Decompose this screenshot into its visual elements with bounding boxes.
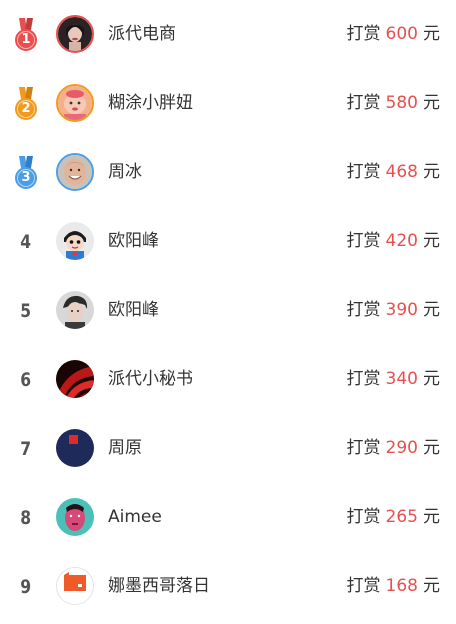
pink-portrait-icon (56, 498, 94, 536)
reward-amount: 290 (385, 438, 418, 458)
silver-medal-icon: 2 (14, 86, 38, 121)
list-item[interactable]: 7 周原 打赏 290 元 (0, 414, 456, 483)
reward-text: 打赏 340 元 (347, 345, 440, 414)
reward-label: 打赏 (346, 93, 381, 113)
reward-amount: 265 (385, 507, 418, 527)
reward-amount: 168 (385, 576, 418, 596)
list-item[interactable]: 5 欧阳峰 打赏 390 元 (0, 276, 456, 345)
rank-cell: 7 (10, 414, 42, 483)
rank-number: 5 (20, 299, 32, 322)
avatar[interactable] (56, 222, 94, 260)
rank-number: 1 (21, 31, 31, 47)
reward-text: 打赏 390 元 (347, 276, 440, 345)
reward-amount: 600 (385, 24, 418, 44)
rank-number: 7 (20, 437, 32, 460)
user-name: 娜墨西哥落日 (108, 576, 210, 596)
list-item[interactable]: 1 派代电商 打赏 600 元 (0, 0, 456, 69)
orange-logo-icon (57, 568, 93, 604)
gold-medal-icon: 1 (14, 17, 38, 52)
man-portrait-icon (56, 291, 94, 329)
list-item[interactable]: 2 糊涂小胖妞 打赏 580 元 (0, 69, 456, 138)
cartoon-avatar-icon (56, 222, 94, 260)
user-name: Aimee (108, 507, 162, 527)
reward-label: 打赏 (346, 507, 381, 527)
avatar[interactable] (56, 84, 94, 122)
avatar[interactable] (56, 429, 94, 467)
rank-cell: 3 (10, 138, 42, 207)
avatar[interactable] (56, 153, 94, 191)
list-item[interactable]: 3 周冰 打赏 468 元 (0, 138, 456, 207)
unit-label: 元 (423, 300, 440, 320)
list-item[interactable]: 6 派代小秘书 打赏 340 元 (0, 345, 456, 414)
rank-cell: 6 (10, 345, 42, 414)
reward-label: 打赏 (346, 576, 381, 596)
reward-amount: 420 (385, 231, 418, 251)
woman-portrait-icon (58, 17, 92, 51)
rank-number: 4 (20, 230, 32, 253)
reward-text: 打赏 580 元 (347, 69, 440, 138)
user-name: 欧阳峰 (108, 231, 159, 251)
reward-text: 打赏 468 元 (347, 138, 440, 207)
reward-amount: 580 (385, 93, 418, 113)
reward-text: 打赏 290 元 (347, 414, 440, 483)
rank-cell: 9 (10, 552, 42, 621)
unit-label: 元 (423, 438, 440, 458)
reward-label: 打赏 (346, 438, 381, 458)
reward-text: 打赏 265 元 (347, 483, 440, 552)
user-name: 周原 (108, 438, 142, 458)
user-name: 糊涂小胖妞 (108, 93, 193, 113)
rank-cell: 2 (10, 69, 42, 138)
unit-label: 元 (423, 576, 440, 596)
avatar[interactable] (56, 498, 94, 536)
reward-label: 打赏 (346, 231, 381, 251)
smiling-man-icon (58, 155, 92, 189)
reward-label: 打赏 (346, 24, 381, 44)
user-name: 派代电商 (108, 24, 176, 44)
reward-amount: 390 (385, 300, 418, 320)
rank-number: 9 (20, 575, 32, 598)
unit-label: 元 (423, 93, 440, 113)
reward-label: 打赏 (346, 300, 381, 320)
red-abstract-icon (56, 360, 94, 398)
user-name: 欧阳峰 (108, 300, 159, 320)
reward-amount: 468 (385, 162, 418, 182)
avatar[interactable] (56, 360, 94, 398)
user-name: 派代小秘书 (108, 369, 193, 389)
reward-amount: 340 (385, 369, 418, 389)
reward-text: 打赏 600 元 (347, 0, 440, 69)
rank-number: 3 (21, 169, 31, 185)
list-item[interactable]: 4 欧阳峰 打赏 420 元 (0, 207, 456, 276)
bronze-medal-icon: 3 (14, 155, 38, 190)
unit-label: 元 (423, 162, 440, 182)
rank-number: 8 (20, 506, 32, 529)
reward-text: 打赏 420 元 (347, 207, 440, 276)
avatar[interactable] (56, 291, 94, 329)
rank-cell: 8 (10, 483, 42, 552)
unit-label: 元 (423, 231, 440, 251)
rank-number: 6 (20, 368, 32, 391)
rank-number: 2 (21, 100, 31, 116)
leaderboard-list: 1 派代电商 打赏 600 元 2 糊涂小胖妞 打赏 580 元 3 周冰 打赏… (0, 0, 456, 624)
user-name: 周冰 (108, 162, 142, 182)
reward-text: 打赏 168 元 (347, 552, 440, 621)
reward-label: 打赏 (346, 369, 381, 389)
baby-portrait-icon (58, 86, 92, 120)
rank-cell: 1 (10, 0, 42, 69)
unit-label: 元 (423, 24, 440, 44)
reward-label: 打赏 (346, 162, 381, 182)
unit-label: 元 (423, 507, 440, 527)
avatar[interactable] (56, 15, 94, 53)
rank-cell: 5 (10, 276, 42, 345)
list-item[interactable]: 9 娜墨西哥落日 打赏 168 元 (0, 552, 456, 621)
list-item[interactable]: 8 Aimee 打赏 265 元 (0, 483, 456, 552)
unit-label: 元 (423, 369, 440, 389)
rank-cell: 4 (10, 207, 42, 276)
avatar[interactable] (56, 567, 94, 605)
navy-square-icon (56, 429, 94, 467)
